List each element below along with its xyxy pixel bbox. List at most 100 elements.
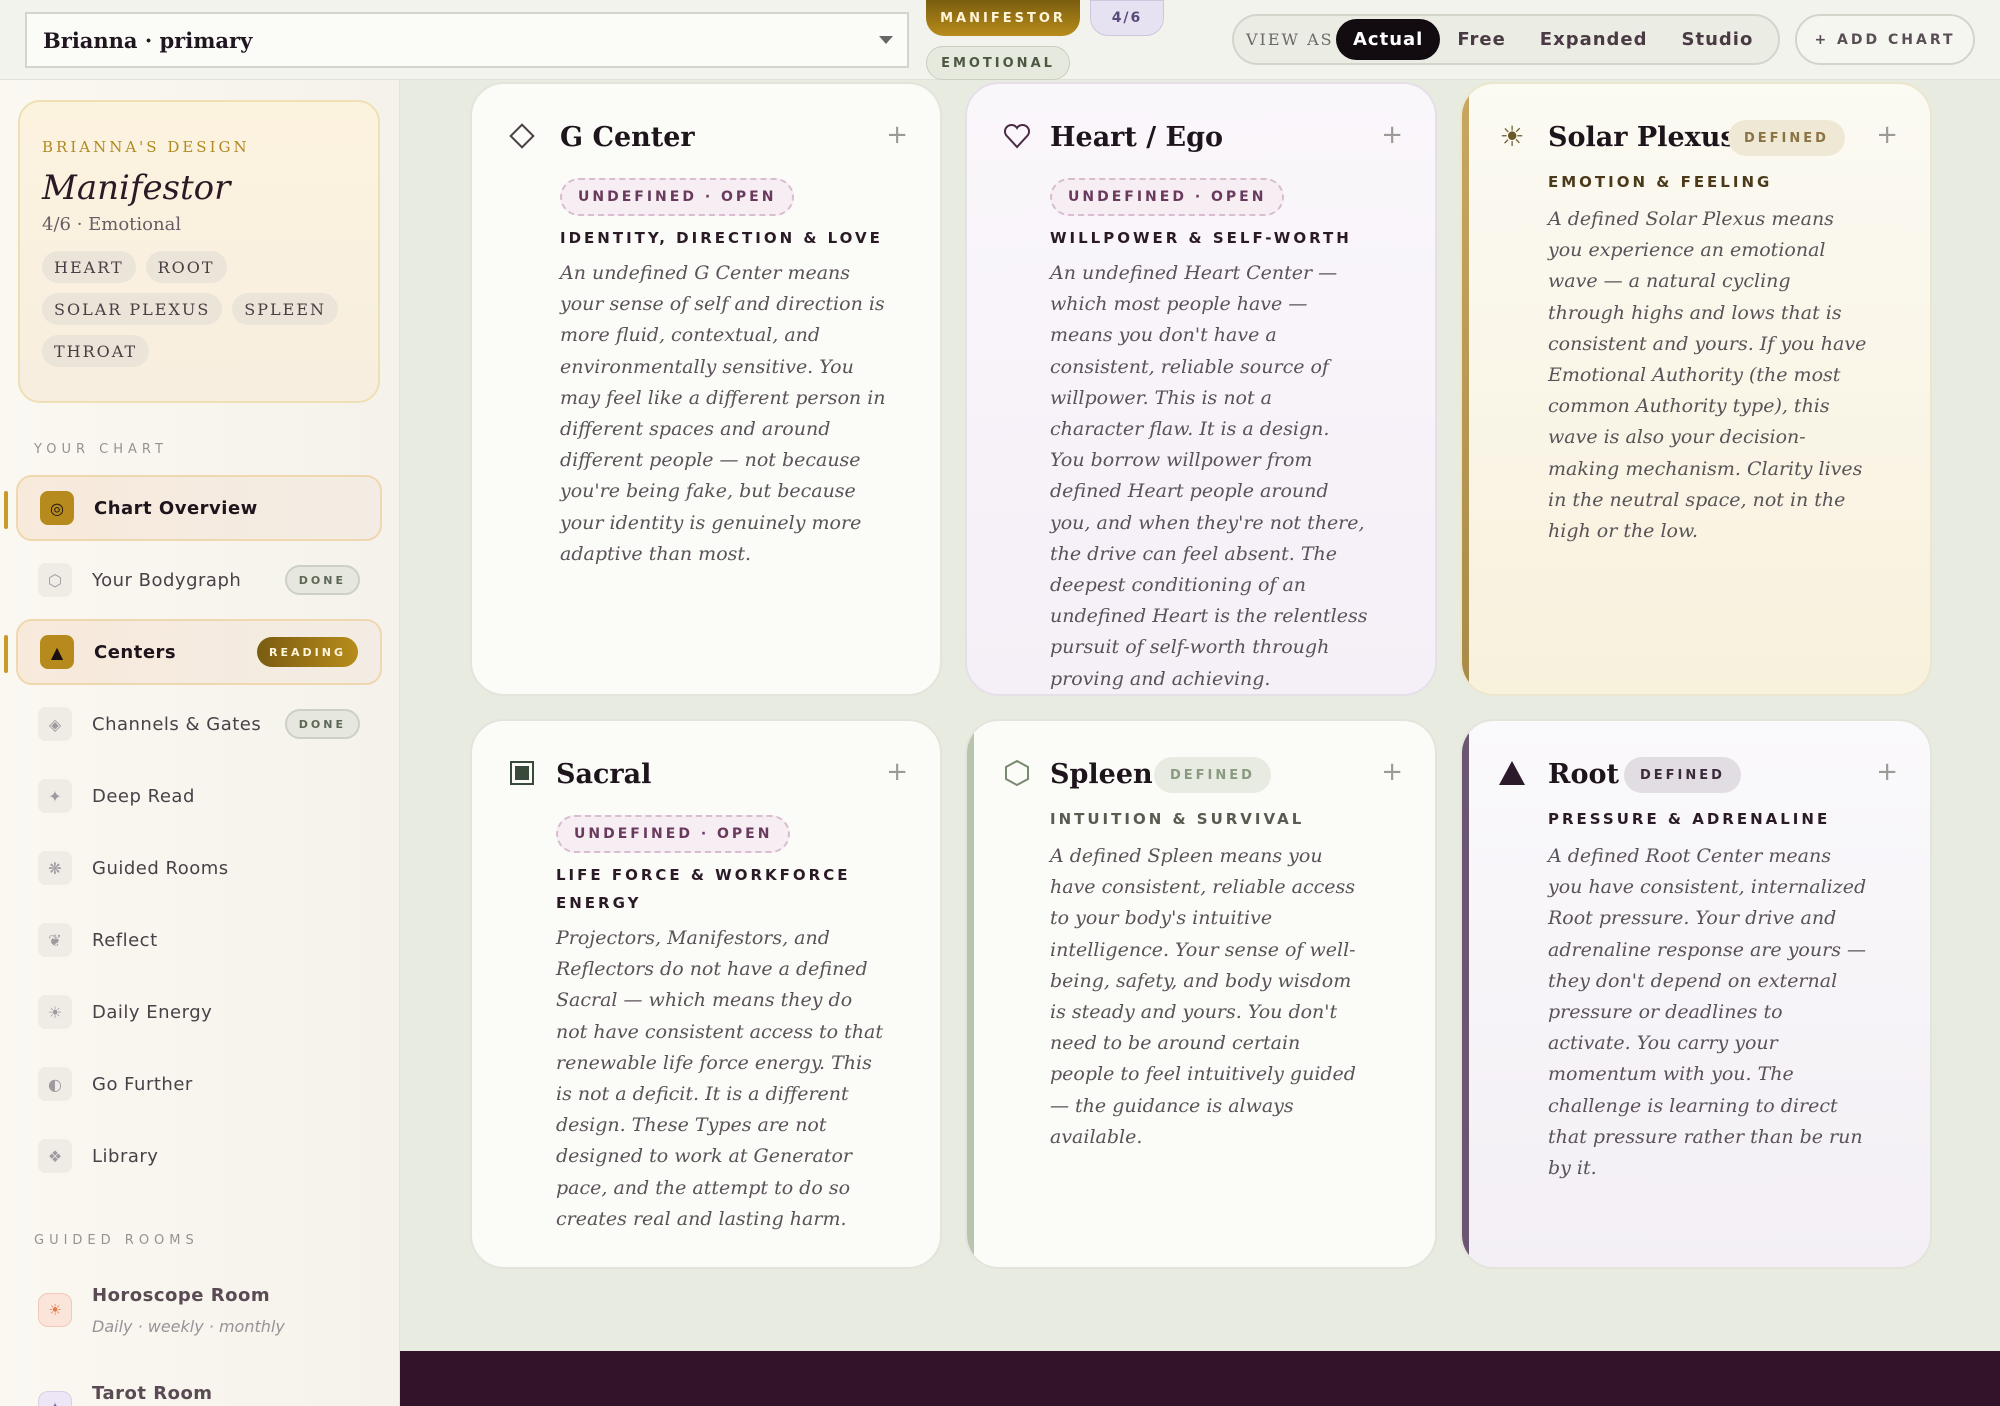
sidebar-item-label: Deep Read xyxy=(92,785,195,807)
sidebar-item-label: Your Bodygraph xyxy=(92,569,242,591)
card-title: Root xyxy=(1548,759,1619,790)
add-icon[interactable]: + xyxy=(1876,757,1898,787)
sparkle-icon: ✦ xyxy=(38,779,72,813)
add-icon[interactable]: + xyxy=(886,757,908,787)
status-badge: READING xyxy=(257,637,358,667)
card-title: Spleen xyxy=(1050,759,1153,790)
sidebar-item-label: Reflect xyxy=(92,929,158,951)
card-body: A defined Solar Plexus means you experie… xyxy=(1548,208,1867,543)
sidebar-item-label: Centers xyxy=(94,641,177,663)
sidebar-item-chart-overview[interactable]: ◎ Chart Overview xyxy=(4,475,382,541)
status-badge: DONE xyxy=(284,709,360,739)
room-title: Horoscope Room xyxy=(92,1285,271,1306)
state-badge: DEFINED xyxy=(1624,757,1741,793)
footer-band xyxy=(400,1351,2000,1406)
sidebar-item-channels-gates[interactable]: ◈ Channels & Gates DONE xyxy=(16,691,382,757)
view-as-label: VIEW AS xyxy=(1246,30,1334,49)
type-pill: MANIFESTOR xyxy=(926,0,1080,36)
view-option-actual[interactable]: Actual xyxy=(1336,19,1441,60)
room-title: Tarot Room xyxy=(92,1383,213,1404)
view-option-free[interactable]: Free xyxy=(1440,19,1522,60)
room-tarot[interactable]: ✦ Tarot Room xyxy=(38,1383,378,1406)
center-chip: HEART xyxy=(42,251,136,283)
sidebar-item-daily-energy[interactable]: ☀ Daily Energy xyxy=(16,979,382,1045)
card-body: A defined Root Center means you have con… xyxy=(1548,845,1867,1180)
sun-icon: ☀ xyxy=(38,995,72,1029)
view-as-toggle: VIEW AS Actual Free Expanded Studio xyxy=(1232,14,1780,65)
sidebar-item-deep-read[interactable]: ✦ Deep Read xyxy=(16,763,382,829)
sidebar-item-label: Go Further xyxy=(92,1073,193,1095)
triangle-icon: ▲ xyxy=(40,635,74,669)
center-card-heart: Heart / Ego + UNDEFINED · OPEN WILLPOWER… xyxy=(965,82,1437,696)
state-badge: UNDEFINED · OPEN xyxy=(556,815,791,853)
view-option-expanded[interactable]: Expanded xyxy=(1523,19,1665,60)
center-card-root: Root DEFINED + PRESSURE & ADRENALINE A d… xyxy=(1460,719,1932,1269)
half-moon-icon: ◐ xyxy=(38,1067,72,1101)
add-chart-button[interactable]: + ADD CHART xyxy=(1795,14,1975,65)
section-label-your-chart: YOUR CHART xyxy=(34,442,168,457)
star-icon: ✦ xyxy=(38,1391,72,1406)
card-subtitle: PRESSURE & ADRENALINE xyxy=(1548,810,1831,828)
sun-icon: ☀ xyxy=(1499,119,1525,153)
center-card-solar-plexus: ☀ Solar Plexus DEFINED + EMOTION & FEELI… xyxy=(1460,82,1932,696)
center-chip: SPLEEN xyxy=(232,293,339,325)
center-chip: SOLAR PLEXUS xyxy=(42,293,223,325)
add-icon[interactable]: + xyxy=(1876,120,1898,150)
state-badge: UNDEFINED · OPEN xyxy=(560,178,795,216)
center-card-sacral: Sacral + UNDEFINED · OPEN LIFE FORCE & W… xyxy=(470,719,942,1269)
hexagon-icon: ⬡ xyxy=(38,563,72,597)
add-icon[interactable]: + xyxy=(1381,120,1403,150)
state-badge: DEFINED xyxy=(1154,757,1271,793)
library-icon: ❖ xyxy=(38,1139,72,1173)
chart-select[interactable]: Brianna · primary xyxy=(25,12,909,68)
diamond-icon: ◈ xyxy=(38,707,72,741)
sidebar-item-label: Daily Energy xyxy=(92,1001,213,1023)
card-body: A defined Spleen means you have consiste… xyxy=(1050,845,1356,1148)
card-title: Heart / Ego xyxy=(1050,122,1224,153)
sidebar-item-label: Channels & Gates xyxy=(92,713,262,735)
design-eyebrow: BRIANNA'S DESIGN xyxy=(42,138,250,156)
card-body: An undefined G Center means your sense o… xyxy=(560,262,886,565)
design-subtitle: 4/6 · Emotional xyxy=(42,214,182,235)
view-option-studio[interactable]: Studio xyxy=(1665,19,1771,60)
card-title: G Center xyxy=(560,122,695,153)
sidebar-item-library[interactable]: ❖ Library xyxy=(16,1123,382,1189)
card-subtitle: WILLPOWER & SELF-WORTH xyxy=(1050,229,1352,247)
state-badge: UNDEFINED · OPEN xyxy=(1050,178,1285,216)
sun-icon: ☀ xyxy=(38,1293,72,1327)
sidebar-item-your-bodygraph[interactable]: ⬡ Your Bodygraph DONE xyxy=(16,547,382,613)
room-subtitle: Daily · weekly · monthly xyxy=(92,1317,285,1336)
add-icon[interactable]: + xyxy=(886,120,908,150)
card-body: An undefined Heart Center — which most p… xyxy=(1050,262,1368,690)
design-type-title: Manifestor xyxy=(42,168,231,208)
card-subtitle: LIFE FORCE & WORKFORCE ENERGY xyxy=(556,866,851,912)
authority-pill: EMOTIONAL xyxy=(926,46,1070,80)
center-card-g: G Center + UNDEFINED · OPEN IDENTITY, DI… xyxy=(470,82,942,696)
flower-icon: ❋ xyxy=(38,851,72,885)
square-icon xyxy=(506,757,538,789)
center-chip: ROOT xyxy=(145,251,227,283)
state-badge: DEFINED xyxy=(1728,120,1845,156)
card-subtitle: INTUITION & SURVIVAL xyxy=(1050,810,1305,828)
design-summary-card: BRIANNA'S DESIGN Manifestor 4/6 · Emotio… xyxy=(18,100,380,403)
card-body: Projectors, Manifestors, and Reflectors … xyxy=(556,927,883,1230)
chart-select-value: Brianna · primary xyxy=(43,27,253,53)
top-bar: Brianna · primary MANIFESTOR 4/6 EMOTION… xyxy=(0,0,2000,80)
diamond-icon xyxy=(506,120,538,152)
sidebar-item-label: Guided Rooms xyxy=(92,857,229,879)
card-subtitle: EMOTION & FEELING xyxy=(1548,173,1773,191)
sidebar-item-reflect[interactable]: ❦ Reflect xyxy=(16,907,382,973)
room-horoscope[interactable]: ☀ Horoscope Room Daily · weekly · monthl… xyxy=(38,1285,378,1345)
sidebar-item-go-further[interactable]: ◐ Go Further xyxy=(16,1051,382,1117)
triangle-icon xyxy=(1496,757,1528,789)
add-icon[interactable]: + xyxy=(1381,757,1403,787)
sidebar-item-label: Chart Overview xyxy=(94,497,258,519)
hexagon-icon xyxy=(1001,757,1033,789)
sidebar-item-guided-rooms[interactable]: ❋ Guided Rooms xyxy=(16,835,382,901)
heart-icon xyxy=(1001,120,1033,152)
center-card-spleen: Spleen DEFINED + INTUITION & SURVIVAL A … xyxy=(965,719,1437,1269)
sidebar: BRIANNA'S DESIGN Manifestor 4/6 · Emotio… xyxy=(0,80,400,1406)
card-title: Sacral xyxy=(556,759,652,790)
defined-centers-chips: HEART ROOT SOLAR PLEXUS SPLEEN THROAT xyxy=(42,251,352,367)
sidebar-item-centers[interactable]: ▲ Centers READING xyxy=(4,619,382,685)
